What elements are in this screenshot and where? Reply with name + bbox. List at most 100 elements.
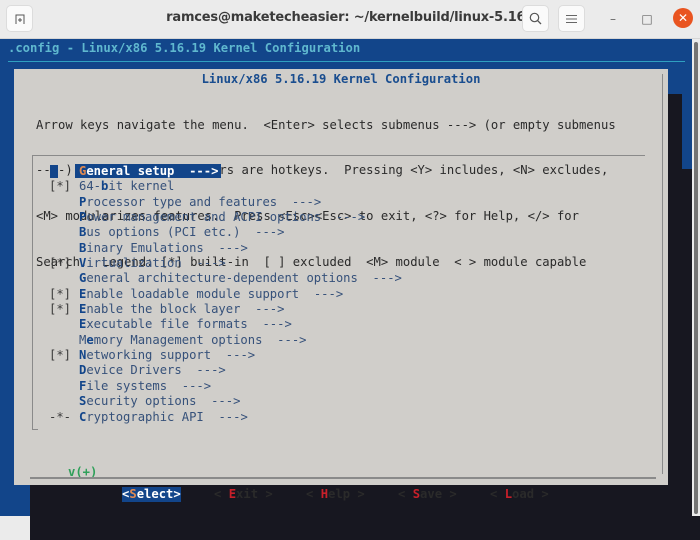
menu-item[interactable]: Bus options (PCI etc.) ---> [49, 225, 402, 240]
menu-item[interactable]: File systems ---> [49, 379, 402, 394]
window-title: ramces@maketecheasier: ~/kernelbuild/lin… [166, 10, 548, 25]
submenu-arrow-icon: ---> [255, 302, 285, 317]
label-text: evice Drivers [86, 363, 182, 378]
menu-item[interactable]: Executable file formats ---> [49, 317, 402, 332]
menu-item[interactable]: Device Drivers ---> [49, 363, 402, 378]
menu-item[interactable]: [*] Enable loadable module support ---> [49, 287, 402, 302]
hamburger-menu-icon [566, 14, 577, 23]
submenu-arrow-icon: ---> [255, 225, 285, 240]
hotkey-letter: H [320, 487, 329, 501]
config-header: .config - Linux/x86 5.16.19 Kernel Confi… [8, 41, 361, 55]
menu-item[interactable]: General setup ---> [49, 164, 402, 179]
label-text: ower management and ACPI options [86, 210, 322, 225]
label-text: ecurity options [86, 394, 197, 409]
menu-item-label: Cryptographic API ---> [79, 410, 248, 424]
menu-item-state[interactable]: [*] [49, 302, 79, 317]
label-text: 64- [79, 179, 102, 194]
minimize-button[interactable]: – [604, 10, 622, 28]
exit-button[interactable]: < Exit > [214, 487, 273, 502]
menu-item[interactable]: General architecture-dependent options -… [49, 271, 402, 286]
button-text: elp > [328, 487, 365, 501]
label-text: eneral architecture-dependent options [86, 271, 358, 286]
menu-item-label: Executable file formats ---> [79, 317, 292, 331]
label-text: irtualization [86, 256, 182, 271]
submenu-arrow-icon: ---> [181, 378, 212, 393]
submenu-arrow-icon: ---> [218, 240, 248, 255]
submenu-arrow-icon: ---> [313, 286, 344, 301]
hotkey-letter: L [504, 487, 513, 501]
button-text: elect> [136, 487, 181, 501]
menu-item-state[interactable]: [*] [49, 348, 79, 363]
label-text: it kernel [108, 179, 175, 194]
menu-item-label: Enable the block layer ---> [79, 302, 284, 316]
help-button[interactable]: < Help > [306, 487, 365, 502]
menu-item-label: Bus options (PCI etc.) ---> [79, 225, 284, 239]
submenu-arrow-icon: ---> [225, 348, 256, 363]
menu-item-label: Virtualization ---> [79, 256, 226, 270]
header-divider [8, 61, 685, 62]
button-text: xit > [236, 487, 273, 501]
menu-item-label: Enable loadable module support ---> [79, 287, 343, 301]
close-button[interactable]: ✕ [673, 8, 693, 28]
menu-button[interactable] [558, 5, 585, 32]
menu-item-state[interactable]: [*] [49, 287, 79, 302]
maximize-icon: □ [641, 12, 653, 26]
menu-item[interactable]: [*] Enable the block layer ---> [49, 302, 402, 317]
menu-item[interactable]: Power management and ACPI options ---> [49, 210, 402, 225]
menu-item-state[interactable]: [*] [49, 256, 79, 271]
maximize-button[interactable]: □ [638, 10, 656, 28]
menu-item[interactable]: Security options ---> [49, 394, 402, 409]
menu-item-label: Binary Emulations ---> [79, 241, 248, 255]
close-icon: ✕ [677, 11, 689, 25]
dialog-buttons: <Select> < Exit > < Help > < Save > < Load > [14, 485, 668, 505]
label-text: rocessor type and features [86, 194, 278, 209]
button-text: < [306, 487, 321, 501]
submenu-arrow-icon: ---> [196, 363, 226, 378]
save-button[interactable]: < Save > [398, 487, 457, 502]
search-button[interactable] [522, 5, 549, 32]
hotkey-letter: S [129, 487, 137, 501]
button-rule [30, 477, 656, 479]
submenu-arrow-icon: ---> [372, 271, 402, 286]
button-text: ave > [420, 487, 457, 501]
menu-item[interactable]: Memory Management options ---> [49, 333, 402, 348]
menu-item-label: Device Drivers ---> [79, 363, 226, 377]
menu-item[interactable]: [*] 64-bit kernel [49, 179, 402, 194]
scrollbar-thumb[interactable] [694, 42, 698, 514]
menu-item-label: File systems ---> [79, 379, 211, 393]
submenu-arrow-icon: ---> [196, 256, 226, 271]
menu-item-label: General architecture-dependent options -… [79, 271, 402, 285]
submenu-arrow-icon: ---> [291, 194, 322, 209]
selection-cursor [50, 165, 58, 178]
menu-item[interactable]: Binary Emulations ---> [49, 241, 402, 256]
label-text: ile systems [86, 378, 168, 393]
hotkey-letter: E [228, 487, 237, 501]
submenu-arrow-icon: ---> [211, 394, 241, 409]
button-text: < [490, 487, 505, 501]
menu-item[interactable]: -*- Cryptographic API ---> [49, 410, 402, 425]
menu-item[interactable]: [*] Virtualization ---> [49, 256, 402, 271]
label-text: mory Management options [93, 332, 263, 347]
submenu-arrow-icon: ---> [277, 332, 307, 347]
menu-item-label: Power management and ACPI options ---> [79, 210, 365, 224]
label-text: etworking support [86, 348, 212, 363]
menu-item[interactable]: [*] Networking support ---> [49, 348, 402, 363]
search-icon [529, 12, 542, 25]
dialog-title: Linux/x86 5.16.19 Kernel Configuration [201, 72, 481, 86]
select-button[interactable]: <Select> [122, 487, 181, 502]
menu-item-label: 64-bit kernel [79, 179, 174, 193]
menu-item-state[interactable]: -*- [49, 410, 79, 425]
menu-item[interactable]: Processor type and features ---> [49, 195, 402, 210]
load-button[interactable]: < Load > [490, 487, 549, 502]
menu-list[interactable]: General setup ---> [*] 64-bit kernel Proces… [49, 164, 402, 425]
submenu-arrow-icon: ---> [335, 210, 366, 225]
label-text: nable loadable module support [86, 286, 300, 301]
button-text: < [398, 487, 413, 501]
terminal-area[interactable]: .config - Linux/x86 5.16.19 Kernel Confi… [0, 39, 700, 540]
submenu-arrow-icon: ---> [262, 317, 292, 332]
label-text: inary Emulations [86, 240, 204, 255]
window-titlebar: ramces@maketecheasier: ~/kernelbuild/lin… [0, 0, 700, 39]
label-text: eneral setup [86, 164, 175, 178]
terminal-scrollbar[interactable] [692, 39, 700, 516]
menu-item-state[interactable]: [*] [49, 179, 79, 194]
